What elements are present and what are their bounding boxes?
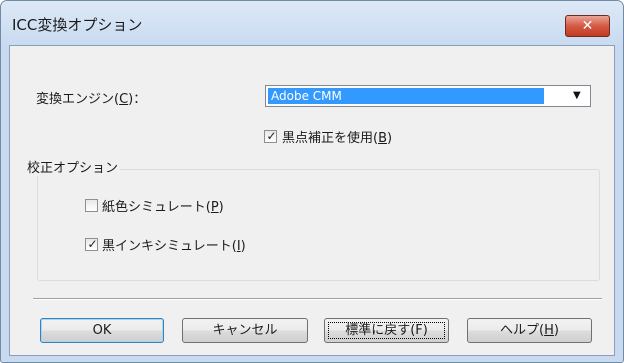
black-point-label[interactable]: 黒点補正を使用(B) bbox=[282, 127, 392, 146]
reset-defaults-button[interactable]: 標準に戻す(F) bbox=[324, 318, 449, 343]
proofing-group-title: 校正オプション bbox=[27, 157, 121, 176]
chevron-down-icon: ▼ bbox=[573, 90, 581, 101]
paper-sim-label[interactable]: 紙色シミュレート(P) bbox=[102, 196, 224, 215]
engine-select-value: Adobe CMM bbox=[268, 88, 544, 104]
black-ink-sim-label[interactable]: 黒インキシミュレート(I) bbox=[102, 235, 246, 254]
paper-sim-checkbox[interactable] bbox=[85, 199, 98, 212]
ok-button[interactable]: OK bbox=[40, 318, 164, 343]
check-icon: ✓ bbox=[87, 237, 98, 251]
black-ink-sim-checkbox[interactable]: ✓ bbox=[85, 237, 98, 251]
check-icon: ✓ bbox=[266, 129, 277, 143]
close-icon: ✕ bbox=[581, 18, 594, 34]
dialog-window: ICC変換オプション ✕ 変換エンジン(C)： Adobe CMM ▼ ✓ 黒点… bbox=[0, 0, 624, 363]
close-button[interactable]: ✕ bbox=[565, 15, 610, 37]
engine-select[interactable]: Adobe CMM ▼ bbox=[265, 85, 591, 107]
help-button[interactable]: ヘルプ(H) bbox=[467, 318, 592, 343]
black-point-checkbox[interactable]: ✓ bbox=[264, 129, 277, 143]
cancel-button[interactable]: キャンセル bbox=[182, 318, 308, 343]
engine-label: 変換エンジン(C)： bbox=[36, 92, 147, 107]
window-title: ICC変換オプション bbox=[12, 16, 143, 34]
focus-rect bbox=[328, 322, 445, 339]
title-bar[interactable]: ICC変換オプション ✕ bbox=[1, 1, 623, 45]
separator bbox=[33, 298, 602, 300]
proofing-group bbox=[37, 169, 600, 281]
dialog-body: 変換エンジン(C)： Adobe CMM ▼ ✓ 黒点補正を使用(B) 校正オプ… bbox=[9, 45, 615, 356]
